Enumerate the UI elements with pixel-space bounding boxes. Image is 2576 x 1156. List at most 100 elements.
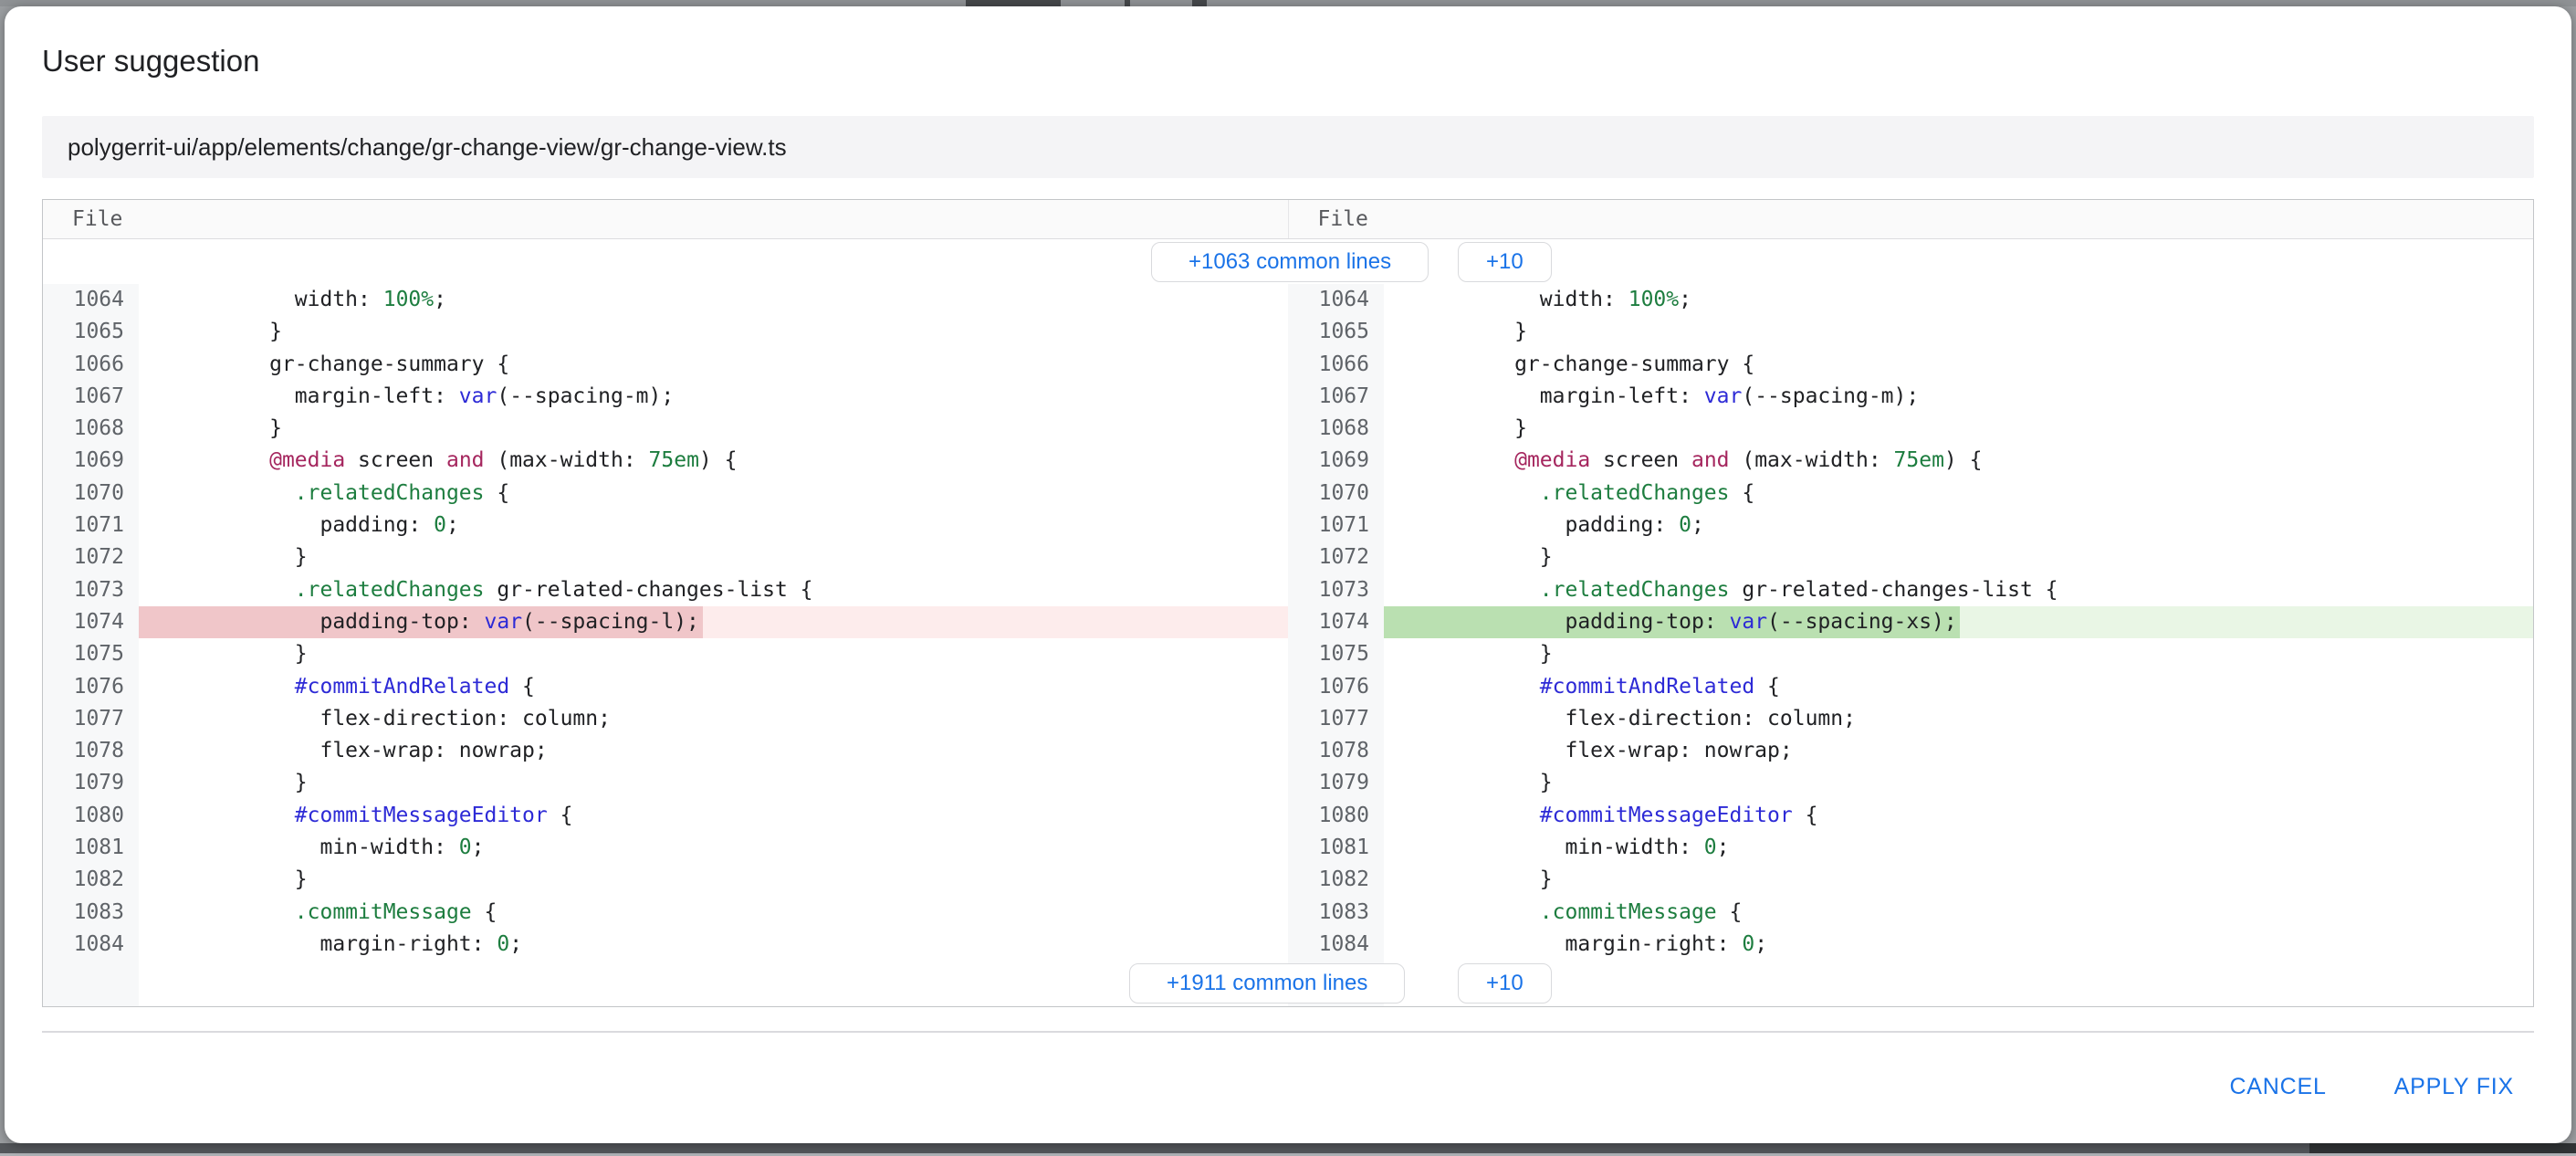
code-line-left: padding: 0; [139, 510, 1288, 541]
line-number-left: 1064 [43, 284, 139, 316]
expand-ten-lines-top-button[interactable]: +10 [1458, 242, 1552, 282]
diff-row: 1077 flex-direction: column;1077 flex-di… [43, 703, 2533, 735]
code-text: margin-right: 0; [194, 932, 522, 956]
diff-row: 1076 #commitAndRelated {1076 #commitAndR… [43, 671, 2533, 703]
line-number-left: 1080 [43, 800, 139, 832]
cancel-button[interactable]: CANCEL [2216, 1065, 2339, 1109]
line-number-right: 1064 [1288, 284, 1384, 316]
line-number-left: 1083 [43, 897, 139, 929]
code-text: .commitMessage { [1439, 900, 1742, 924]
diff-header-left: File [43, 200, 1288, 238]
expand-common-lines-bottom-button[interactable]: +1911 common lines [1129, 963, 1405, 1004]
code-line-left: } [139, 767, 1288, 799]
code-line-left: } [139, 316, 1288, 348]
code-text: .relatedChanges { [1439, 481, 1754, 505]
expand-common-lines-top-button[interactable]: +1063 common lines [1151, 242, 1429, 282]
code-line-right: } [1384, 767, 2533, 799]
line-number-left: 1084 [43, 929, 139, 961]
code-line-right: width: 100%; [1384, 284, 2533, 316]
code-text: .commitMessage { [194, 900, 497, 924]
diff-row: 1070 .relatedChanges {1070 .relatedChang… [43, 478, 2533, 510]
code-line-right: #commitAndRelated { [1384, 671, 2533, 703]
background-page-top-edge [0, 0, 2576, 6]
code-line-left: .commitMessage { [139, 897, 1288, 929]
diff-row: 1079 }1079 } [43, 767, 2533, 799]
code-text: flex-wrap: nowrap; [194, 739, 548, 762]
user-suggestion-dialog: User suggestion polygerrit-ui/app/elemen… [5, 6, 2571, 1143]
code-text: min-width: 0; [1439, 835, 1730, 859]
line-number-right: 1075 [1288, 638, 1384, 670]
line-number-right: 1082 [1288, 864, 1384, 896]
code-line-right: } [1384, 638, 2533, 670]
gutter-fill [43, 961, 139, 1006]
diff-body: 1064 width: 100%;1064 width: 100%;1065 }… [43, 284, 2533, 961]
code-text: #commitMessageEditor { [1439, 804, 1817, 827]
code-line-right: padding-top: var(--spacing-xs); [1384, 606, 2533, 638]
code-line-right: margin-left: var(--spacing-m); [1384, 381, 2533, 413]
code-line-left: flex-wrap: nowrap; [139, 735, 1288, 767]
diff-row: 1067 margin-left: var(--spacing-m);1067 … [43, 381, 2533, 413]
code-text: .relatedChanges gr-related-changes-list … [1439, 578, 2058, 602]
dialog-title: User suggestion [42, 6, 2534, 79]
code-text: } [194, 771, 308, 794]
code-line-right: .commitMessage { [1384, 897, 2533, 929]
code-text: #commitAndRelated { [194, 675, 535, 699]
diff-row: 1084 margin-right: 0;1084 margin-right: … [43, 929, 2533, 961]
line-number-right: 1065 [1288, 316, 1384, 348]
line-number-left: 1077 [43, 703, 139, 735]
background-remnant [1125, 0, 1130, 6]
code-line-right: #commitMessageEditor { [1384, 800, 2533, 832]
line-number-right: 1076 [1288, 671, 1384, 703]
line-number-right: 1078 [1288, 735, 1384, 767]
code-line-right: } [1384, 413, 2533, 445]
code-text: .relatedChanges gr-related-changes-list … [194, 578, 813, 602]
code-text: padding: 0; [194, 513, 459, 537]
diff-row: 1072 }1072 } [43, 541, 2533, 573]
line-number-left: 1082 [43, 864, 139, 896]
code-line-right: } [1384, 864, 2533, 896]
expand-ten-lines-bottom-button[interactable]: +10 [1458, 963, 1552, 1004]
code-line-left: margin-right: 0; [139, 929, 1288, 961]
diff-row: 1074 padding-top: var(--spacing-l);1074 … [43, 606, 2533, 638]
code-line-left: #commitAndRelated { [139, 671, 1288, 703]
code-text: margin-left: var(--spacing-m); [1439, 384, 1919, 408]
background-remnant [966, 0, 1061, 6]
code-text: @media screen and (max-width: 75em) { [194, 448, 737, 472]
diff-row: 1066 gr-change-summary {1066 gr-change-s… [43, 349, 2533, 381]
code-line-left: } [139, 864, 1288, 896]
diff-row: 1064 width: 100%;1064 width: 100%; [43, 284, 2533, 316]
code-line-right: .relatedChanges { [1384, 478, 2533, 510]
code-line-left: } [139, 413, 1288, 445]
diff-row: 1083 .commitMessage {1083 .commitMessage… [43, 897, 2533, 929]
line-number-left: 1081 [43, 832, 139, 864]
diff-row: 1071 padding: 0;1071 padding: 0; [43, 510, 2533, 541]
diff-table: File File +1063 common lines +10 1064 wi… [42, 199, 2534, 1007]
diff-row: 1065 }1065 } [43, 316, 2533, 348]
line-number-left: 1072 [43, 541, 139, 573]
line-number-right: 1066 [1288, 349, 1384, 381]
code-text: } [1439, 545, 1553, 569]
line-number-right: 1072 [1288, 541, 1384, 573]
code-text: } [1439, 320, 1527, 343]
code-line-left: min-width: 0; [139, 832, 1288, 864]
code-line-left: width: 100%; [139, 284, 1288, 316]
code-line-left: @media screen and (max-width: 75em) { [139, 445, 1288, 477]
apply-fix-button[interactable]: APPLY FIX [2382, 1065, 2527, 1109]
diff-row: 1068 }1068 } [43, 413, 2533, 445]
line-number-left: 1069 [43, 445, 139, 477]
code-text: #commitAndRelated { [1439, 675, 1780, 699]
line-number-right: 1081 [1288, 832, 1384, 864]
code-text: .relatedChanges { [194, 481, 509, 505]
code-text: flex-wrap: nowrap; [1439, 739, 1793, 762]
code-text: #commitMessageEditor { [194, 804, 572, 827]
code-line-left: .relatedChanges { [139, 478, 1288, 510]
line-number-right: 1068 [1288, 413, 1384, 445]
line-number-right: 1077 [1288, 703, 1384, 735]
background-remnant [2309, 1143, 2576, 1153]
code-line-right: } [1384, 316, 2533, 348]
code-text: margin-left: var(--spacing-m); [194, 384, 674, 408]
code-text: min-width: 0; [194, 835, 485, 859]
code-line-left: gr-change-summary { [139, 349, 1288, 381]
code-text: gr-change-summary { [1439, 352, 1754, 376]
code-line-right: flex-direction: column; [1384, 703, 2533, 735]
